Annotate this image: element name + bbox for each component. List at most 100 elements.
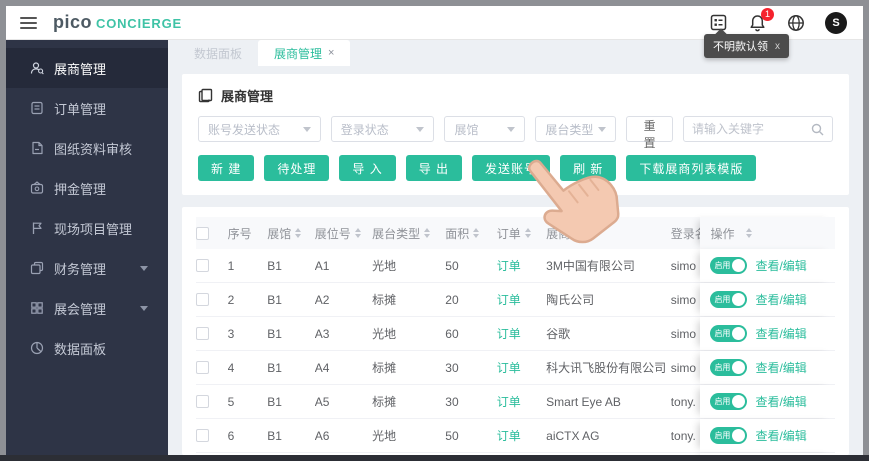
user-avatar[interactable]: S [825, 11, 847, 34]
enable-toggle[interactable]: 启用 [710, 257, 748, 274]
tooltip-close-icon[interactable]: x [775, 41, 780, 52]
chevron-down-icon [140, 265, 148, 271]
reset-button[interactable]: 重 置 [626, 116, 673, 150]
order-link[interactable]: 订单 [497, 325, 521, 342]
finance-icon [30, 261, 44, 275]
view-edit-link[interactable]: 查看/编辑 [755, 359, 806, 376]
sidebar-item-finance-management[interactable]: 财务管理 [6, 248, 168, 288]
toggle-knob [732, 327, 746, 340]
sidebar: 展商管理 订单管理 图纸资料审核 押金管理 现场项目管理 财务管理 展会管理 数… [6, 40, 168, 455]
row-checkbox[interactable] [196, 327, 209, 340]
view-edit-link[interactable]: 查看/编辑 [755, 325, 806, 342]
toggle-knob [732, 395, 746, 408]
header-booth-type[interactable]: 展台类型 [372, 225, 445, 242]
sidebar-item-label: 押金管理 [54, 181, 107, 197]
cell-login-name: simo [670, 258, 697, 273]
sidebar-item-order-management[interactable]: 订单管理 [6, 88, 168, 128]
view-edit-link[interactable]: 查看/编辑 [755, 257, 806, 274]
order-icon [31, 101, 43, 115]
sidebar-item-site-project-management[interactable]: 现场项目管理 [6, 208, 168, 248]
header-action[interactable]: 操作 [700, 217, 835, 249]
cell-exhibitor-name: 3M中国有限公司 [546, 259, 635, 273]
sidebar-item-expo-management[interactable]: 展会管理 [6, 288, 168, 328]
cell-booth-type: 标摊 [372, 293, 397, 307]
cell-booth-type: 光地 [372, 259, 397, 273]
toggle-knob [732, 429, 746, 442]
search-input[interactable] [692, 122, 811, 136]
row-checkbox[interactable] [196, 361, 209, 374]
sidebar-item-blueprint-review[interactable]: 图纸资料审核 [6, 128, 168, 168]
sort-icon[interactable] [295, 228, 302, 238]
cell-booth: A4 [314, 360, 330, 375]
filter-card: 展商管理 账号发送状态 登录状态 展馆 展台类型 重 置 请输入关键字 新 建 … [182, 74, 849, 195]
order-link[interactable]: 订单 [497, 393, 521, 410]
action-button[interactable]: 新 建 [198, 155, 255, 181]
header-login-name: 登录名 [670, 226, 701, 241]
header-no: 序号 [227, 226, 252, 241]
action-button[interactable]: 导 出 [405, 155, 463, 181]
enable-toggle[interactable]: 启用 [710, 291, 748, 308]
tab-close-icon[interactable]: × [328, 47, 334, 59]
sidebar-item-data-dashboard[interactable]: 数据面板 [6, 328, 168, 368]
cell-hall: B1 [267, 258, 282, 273]
action-button[interactable]: 下载展商列表模版 [626, 155, 757, 181]
order-link[interactable]: 订单 [497, 359, 521, 376]
order-link[interactable]: 订单 [497, 257, 521, 274]
header-order[interactable]: 订单 [497, 225, 546, 242]
action-button[interactable]: 刷 新 [560, 155, 617, 181]
view-edit-link[interactable]: 查看/编辑 [755, 427, 806, 444]
sort-icon[interactable] [746, 228, 753, 238]
header-booth[interactable]: 展位号 [315, 225, 372, 242]
enable-toggle[interactable]: 启用 [710, 393, 748, 410]
sort-icon[interactable] [524, 228, 531, 238]
action-button[interactable]: 发送账号 [472, 155, 551, 181]
sort-icon[interactable] [424, 228, 431, 238]
filter-hall[interactable]: 展馆 [444, 116, 526, 142]
header-hall[interactable]: 展馆 [267, 225, 314, 242]
enable-toggle[interactable]: 启用 [710, 427, 748, 444]
row-checkbox[interactable] [196, 293, 209, 306]
view-edit-link[interactable]: 查看/编辑 [755, 393, 806, 410]
filter-row: 账号发送状态 登录状态 展馆 展台类型 重 置 [198, 116, 833, 150]
search-icon[interactable] [811, 123, 824, 136]
cell-hall: B1 [267, 292, 282, 307]
header-exhibitor-name[interactable]: 展商名 [546, 225, 671, 242]
sort-icon[interactable] [354, 228, 361, 238]
filter-booth-type[interactable]: 展台类型 [535, 116, 617, 142]
table-row: 1 B1 A1 光地 50 订单 3M中国有限公司 simo 启用 查看/编辑 [196, 249, 835, 283]
select-all-checkbox[interactable] [196, 226, 209, 240]
tab-data-dashboard[interactable]: 数据面板 [178, 40, 258, 66]
app-logo: pico CONCIERGE [53, 12, 182, 33]
sidebar-item-label: 数据面板 [54, 341, 107, 357]
filter-account-send-status[interactable]: 账号发送状态 [198, 116, 321, 142]
bell-icon[interactable]: 1 [747, 7, 774, 33]
cell-no: 4 [227, 360, 235, 375]
cell-exhibitor-name: 陶氏公司 [546, 293, 595, 307]
view-edit-link[interactable]: 查看/编辑 [755, 291, 806, 308]
row-checkbox[interactable] [196, 429, 209, 442]
sort-icon[interactable] [473, 228, 480, 238]
action-button[interactable]: 待处理 [264, 155, 330, 181]
enable-toggle[interactable]: 启用 [710, 325, 748, 342]
cell-login-name: simo [670, 292, 697, 307]
header-area[interactable]: 面积 [445, 225, 496, 242]
order-link[interactable]: 订单 [497, 291, 521, 308]
filter-login-status[interactable]: 登录状态 [330, 116, 435, 142]
row-checkbox[interactable] [196, 259, 209, 272]
app-window: pico CONCIERGE 1 S 不明款认领 x 展商管理 订单管理 图纸资… [6, 6, 863, 455]
cell-exhibitor-name: 科大讯飞股份有限公司 [546, 361, 667, 375]
menu-hamburger-icon[interactable] [20, 16, 37, 29]
cell-action: 启用 查看/编辑 [700, 351, 835, 384]
cell-booth: A5 [314, 394, 330, 409]
row-checkbox[interactable] [196, 395, 209, 408]
cell-action: 启用 查看/编辑 [700, 249, 835, 282]
sort-icon[interactable] [586, 228, 593, 238]
sidebar-item-deposit-management[interactable]: 押金管理 [6, 168, 168, 208]
enable-toggle[interactable]: 启用 [710, 359, 748, 376]
globe-icon[interactable] [786, 13, 806, 33]
content-area: 展商管理 账号发送状态 登录状态 展馆 展台类型 重 置 请输入关键字 新 建 … [168, 66, 863, 455]
order-link[interactable]: 订单 [497, 427, 521, 444]
action-button[interactable]: 导 入 [339, 155, 396, 181]
sidebar-item-exhibitor-management[interactable]: 展商管理 [6, 48, 168, 88]
tab-exhibitor-management[interactable]: 展商管理 × [258, 40, 351, 66]
